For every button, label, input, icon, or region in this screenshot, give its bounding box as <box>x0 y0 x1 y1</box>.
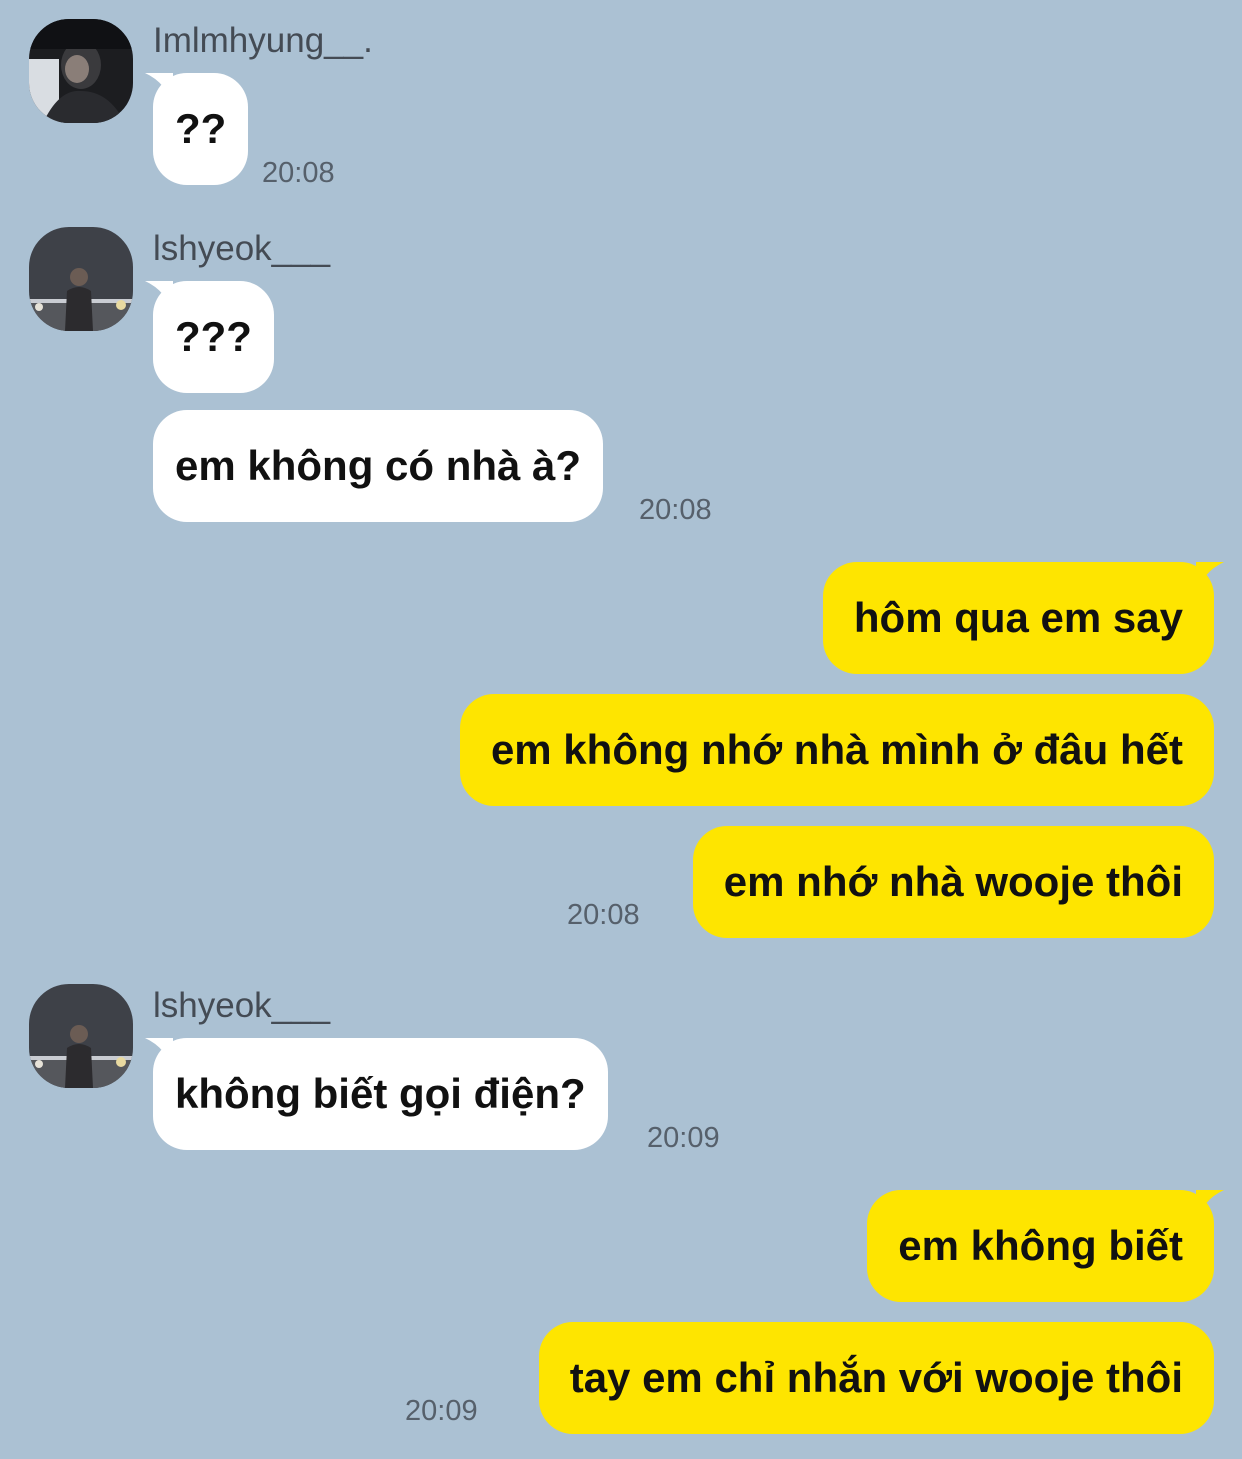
message-timestamp: 20:08 <box>639 494 712 526</box>
message-timestamp: 20:09 <box>647 1122 720 1154</box>
avatar-imlmhyung[interactable] <box>29 19 133 123</box>
bubble-tail <box>145 73 173 107</box>
profile-photo-icon <box>29 19 133 123</box>
message-text: em nhớ nhà wooje thôi <box>723 858 1183 905</box>
avatar-lshyeok[interactable] <box>29 984 133 1088</box>
avatar-lshyeok[interactable] <box>29 227 133 331</box>
bubble-tail <box>1196 562 1224 596</box>
message-bubble-outgoing[interactable]: hôm qua em say <box>822 562 1224 674</box>
bubble-tail <box>145 1038 173 1072</box>
message-bubble-incoming[interactable]: không biết gọi điện? <box>145 1038 608 1150</box>
profile-photo-icon <box>29 227 133 331</box>
message-bubble-outgoing[interactable]: em không nhớ nhà mình ở đâu hết <box>459 694 1214 806</box>
message-text: không biết gọi điện? <box>175 1070 586 1117</box>
message-text: hôm qua em say <box>853 594 1183 641</box>
sender-name: lshyeok___ <box>153 229 331 268</box>
message-text: ??? <box>175 313 252 360</box>
sender-name: lshyeok___ <box>153 986 331 1025</box>
message-bubble-incoming[interactable]: ??? <box>145 281 274 393</box>
bubble-tail <box>1196 1190 1224 1224</box>
message-text: em không có nhà à? <box>175 442 582 489</box>
message-bubble-incoming[interactable]: em không có nhà à? <box>153 410 604 522</box>
message-timestamp: 20:08 <box>567 899 640 931</box>
message-text: ?? <box>175 105 227 152</box>
message-bubble-incoming[interactable]: ?? <box>145 73 249 185</box>
message-timestamp: 20:09 <box>405 1395 478 1427</box>
message-bubble-outgoing[interactable]: tay em chỉ nhắn với wooje thôi <box>538 1322 1214 1434</box>
message-bubble-outgoing[interactable]: em không biết <box>867 1190 1224 1302</box>
message-text: tay em chỉ nhắn với wooje thôi <box>569 1354 1183 1401</box>
bubble-tail <box>145 281 173 315</box>
message-text: em không biết <box>898 1222 1183 1269</box>
profile-photo-icon <box>29 984 133 1088</box>
message-bubble-outgoing[interactable]: em nhớ nhà wooje thôi <box>692 826 1214 938</box>
message-timestamp: 20:08 <box>262 157 335 189</box>
message-text: em không nhớ nhà mình ở đâu hết <box>490 726 1183 773</box>
sender-name: Imlmhyung__. <box>153 21 373 60</box>
